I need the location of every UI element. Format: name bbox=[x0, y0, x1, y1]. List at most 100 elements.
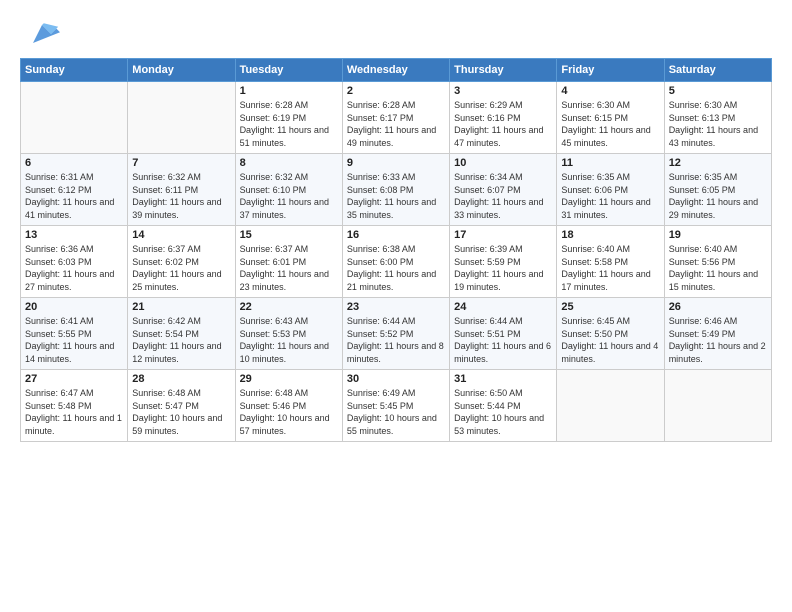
page: SundayMondayTuesdayWednesdayThursdayFrid… bbox=[0, 0, 792, 612]
day-number: 26 bbox=[669, 301, 767, 313]
daylight-text: Daylight: 11 hours and 31 minutes. bbox=[561, 197, 650, 220]
sunset-text: Sunset: 6:00 PM bbox=[347, 257, 414, 267]
daylight-text: Daylight: 11 hours and 37 minutes. bbox=[240, 197, 329, 220]
day-info: Sunrise: 6:48 AM Sunset: 5:46 PM Dayligh… bbox=[240, 387, 338, 437]
day-info: Sunrise: 6:38 AM Sunset: 6:00 PM Dayligh… bbox=[347, 243, 445, 293]
calendar-cell: 3 Sunrise: 6:29 AM Sunset: 6:16 PM Dayli… bbox=[450, 82, 557, 154]
sunset-text: Sunset: 6:10 PM bbox=[240, 185, 307, 195]
weekday-header: Monday bbox=[128, 59, 235, 82]
day-info: Sunrise: 6:40 AM Sunset: 5:56 PM Dayligh… bbox=[669, 243, 767, 293]
sunset-text: Sunset: 6:07 PM bbox=[454, 185, 521, 195]
weekday-header: Sunday bbox=[21, 59, 128, 82]
calendar-cell: 30 Sunrise: 6:49 AM Sunset: 5:45 PM Dayl… bbox=[342, 370, 449, 442]
calendar-header-row: SundayMondayTuesdayWednesdayThursdayFrid… bbox=[21, 59, 772, 82]
calendar-cell: 7 Sunrise: 6:32 AM Sunset: 6:11 PM Dayli… bbox=[128, 154, 235, 226]
day-info: Sunrise: 6:39 AM Sunset: 5:59 PM Dayligh… bbox=[454, 243, 552, 293]
day-number: 29 bbox=[240, 373, 338, 385]
day-number: 19 bbox=[669, 229, 767, 241]
calendar-cell: 24 Sunrise: 6:44 AM Sunset: 5:51 PM Dayl… bbox=[450, 298, 557, 370]
day-info: Sunrise: 6:28 AM Sunset: 6:17 PM Dayligh… bbox=[347, 99, 445, 149]
day-number: 4 bbox=[561, 85, 659, 97]
sunrise-text: Sunrise: 6:50 AM bbox=[454, 388, 523, 398]
day-info: Sunrise: 6:40 AM Sunset: 5:58 PM Dayligh… bbox=[561, 243, 659, 293]
calendar-week-row: 1 Sunrise: 6:28 AM Sunset: 6:19 PM Dayli… bbox=[21, 82, 772, 154]
sunset-text: Sunset: 5:48 PM bbox=[25, 401, 92, 411]
calendar-week-row: 6 Sunrise: 6:31 AM Sunset: 6:12 PM Dayli… bbox=[21, 154, 772, 226]
day-info: Sunrise: 6:48 AM Sunset: 5:47 PM Dayligh… bbox=[132, 387, 230, 437]
daylight-text: Daylight: 11 hours and 14 minutes. bbox=[25, 341, 114, 364]
sunset-text: Sunset: 5:46 PM bbox=[240, 401, 307, 411]
daylight-text: Daylight: 11 hours and 29 minutes. bbox=[669, 197, 758, 220]
calendar-cell: 2 Sunrise: 6:28 AM Sunset: 6:17 PM Dayli… bbox=[342, 82, 449, 154]
sunset-text: Sunset: 5:50 PM bbox=[561, 329, 628, 339]
calendar-cell: 9 Sunrise: 6:33 AM Sunset: 6:08 PM Dayli… bbox=[342, 154, 449, 226]
calendar-cell: 14 Sunrise: 6:37 AM Sunset: 6:02 PM Dayl… bbox=[128, 226, 235, 298]
day-number: 5 bbox=[669, 85, 767, 97]
daylight-text: Daylight: 11 hours and 47 minutes. bbox=[454, 125, 543, 148]
sunrise-text: Sunrise: 6:46 AM bbox=[669, 316, 738, 326]
calendar-cell: 16 Sunrise: 6:38 AM Sunset: 6:00 PM Dayl… bbox=[342, 226, 449, 298]
day-number: 13 bbox=[25, 229, 123, 241]
sunset-text: Sunset: 5:59 PM bbox=[454, 257, 521, 267]
daylight-text: Daylight: 11 hours and 10 minutes. bbox=[240, 341, 329, 364]
sunset-text: Sunset: 6:01 PM bbox=[240, 257, 307, 267]
daylight-text: Daylight: 11 hours and 2 minutes. bbox=[669, 341, 766, 364]
day-info: Sunrise: 6:31 AM Sunset: 6:12 PM Dayligh… bbox=[25, 171, 123, 221]
day-info: Sunrise: 6:50 AM Sunset: 5:44 PM Dayligh… bbox=[454, 387, 552, 437]
daylight-text: Daylight: 11 hours and 17 minutes. bbox=[561, 269, 650, 292]
daylight-text: Daylight: 11 hours and 1 minute. bbox=[25, 413, 122, 436]
sunset-text: Sunset: 6:11 PM bbox=[132, 185, 198, 195]
sunset-text: Sunset: 6:02 PM bbox=[132, 257, 199, 267]
calendar-cell: 1 Sunrise: 6:28 AM Sunset: 6:19 PM Dayli… bbox=[235, 82, 342, 154]
sunrise-text: Sunrise: 6:44 AM bbox=[454, 316, 523, 326]
day-number: 16 bbox=[347, 229, 445, 241]
calendar-week-row: 20 Sunrise: 6:41 AM Sunset: 5:55 PM Dayl… bbox=[21, 298, 772, 370]
calendar-cell bbox=[128, 82, 235, 154]
day-info: Sunrise: 6:49 AM Sunset: 5:45 PM Dayligh… bbox=[347, 387, 445, 437]
calendar-cell: 21 Sunrise: 6:42 AM Sunset: 5:54 PM Dayl… bbox=[128, 298, 235, 370]
day-number: 28 bbox=[132, 373, 230, 385]
calendar-week-row: 27 Sunrise: 6:47 AM Sunset: 5:48 PM Dayl… bbox=[21, 370, 772, 442]
calendar-cell: 28 Sunrise: 6:48 AM Sunset: 5:47 PM Dayl… bbox=[128, 370, 235, 442]
sunset-text: Sunset: 5:52 PM bbox=[347, 329, 414, 339]
daylight-text: Daylight: 11 hours and 25 minutes. bbox=[132, 269, 221, 292]
day-info: Sunrise: 6:44 AM Sunset: 5:52 PM Dayligh… bbox=[347, 315, 445, 365]
day-info: Sunrise: 6:41 AM Sunset: 5:55 PM Dayligh… bbox=[25, 315, 123, 365]
sunrise-text: Sunrise: 6:39 AM bbox=[454, 244, 523, 254]
sunrise-text: Sunrise: 6:30 AM bbox=[669, 100, 738, 110]
sunrise-text: Sunrise: 6:49 AM bbox=[347, 388, 416, 398]
sunrise-text: Sunrise: 6:37 AM bbox=[240, 244, 309, 254]
calendar-cell: 18 Sunrise: 6:40 AM Sunset: 5:58 PM Dayl… bbox=[557, 226, 664, 298]
day-info: Sunrise: 6:46 AM Sunset: 5:49 PM Dayligh… bbox=[669, 315, 767, 365]
daylight-text: Daylight: 11 hours and 8 minutes. bbox=[347, 341, 444, 364]
sunrise-text: Sunrise: 6:33 AM bbox=[347, 172, 416, 182]
calendar-cell: 19 Sunrise: 6:40 AM Sunset: 5:56 PM Dayl… bbox=[664, 226, 771, 298]
day-number: 30 bbox=[347, 373, 445, 385]
daylight-text: Daylight: 10 hours and 57 minutes. bbox=[240, 413, 330, 436]
day-number: 11 bbox=[561, 157, 659, 169]
daylight-text: Daylight: 11 hours and 15 minutes. bbox=[669, 269, 758, 292]
day-number: 27 bbox=[25, 373, 123, 385]
daylight-text: Daylight: 11 hours and 43 minutes. bbox=[669, 125, 758, 148]
sunset-text: Sunset: 5:53 PM bbox=[240, 329, 307, 339]
sunset-text: Sunset: 5:45 PM bbox=[347, 401, 414, 411]
sunset-text: Sunset: 6:15 PM bbox=[561, 113, 628, 123]
day-number: 6 bbox=[25, 157, 123, 169]
header bbox=[20, 16, 772, 48]
calendar-cell: 6 Sunrise: 6:31 AM Sunset: 6:12 PM Dayli… bbox=[21, 154, 128, 226]
daylight-text: Daylight: 11 hours and 27 minutes. bbox=[25, 269, 114, 292]
sunrise-text: Sunrise: 6:41 AM bbox=[25, 316, 94, 326]
sunrise-text: Sunrise: 6:45 AM bbox=[561, 316, 630, 326]
sunset-text: Sunset: 5:55 PM bbox=[25, 329, 92, 339]
sunset-text: Sunset: 6:13 PM bbox=[669, 113, 736, 123]
day-info: Sunrise: 6:35 AM Sunset: 6:06 PM Dayligh… bbox=[561, 171, 659, 221]
sunrise-text: Sunrise: 6:32 AM bbox=[240, 172, 309, 182]
calendar-cell: 17 Sunrise: 6:39 AM Sunset: 5:59 PM Dayl… bbox=[450, 226, 557, 298]
sunrise-text: Sunrise: 6:31 AM bbox=[25, 172, 94, 182]
day-info: Sunrise: 6:34 AM Sunset: 6:07 PM Dayligh… bbox=[454, 171, 552, 221]
calendar-cell: 11 Sunrise: 6:35 AM Sunset: 6:06 PM Dayl… bbox=[557, 154, 664, 226]
sunrise-text: Sunrise: 6:35 AM bbox=[669, 172, 738, 182]
sunrise-text: Sunrise: 6:48 AM bbox=[132, 388, 201, 398]
sunset-text: Sunset: 6:17 PM bbox=[347, 113, 414, 123]
daylight-text: Daylight: 11 hours and 12 minutes. bbox=[132, 341, 221, 364]
